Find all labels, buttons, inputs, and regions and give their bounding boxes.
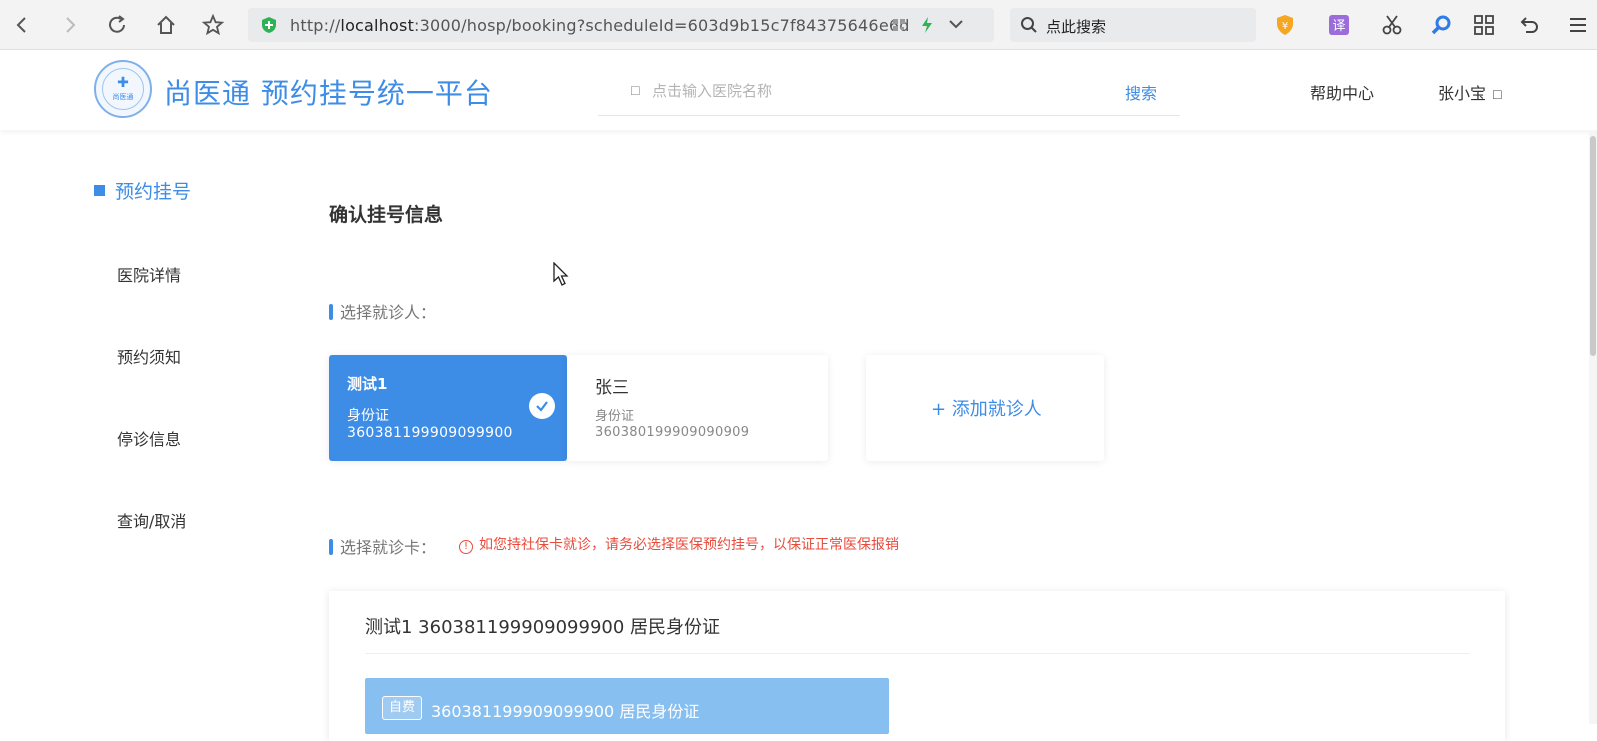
card-panel: 测试1 360381199909099900 居民身份证 自费 36038119… — [329, 591, 1505, 741]
svg-text:¥: ¥ — [1282, 21, 1288, 32]
add-patient-button[interactable]: + 添加就诊人 — [866, 355, 1104, 461]
hospital-search-input[interactable] — [652, 78, 1072, 104]
card-warning-text: 如您持社保卡就诊，请务必选择医保预约挂号，以保证正常医保报销 — [479, 537, 899, 553]
sidebar-item-label: 停诊信息 — [117, 430, 182, 449]
scrollbar-thumb[interactable] — [1590, 136, 1596, 356]
patient-id-type: 身份证 — [347, 408, 389, 424]
hospital-search: ☐ 搜索 — [598, 72, 1180, 116]
card-panel-title: 测试1 360381199909099900 居民身份证 — [365, 617, 721, 638]
qr-code-icon[interactable] — [892, 18, 906, 32]
sidebar-item-label: 预约挂号 — [115, 181, 192, 203]
forward-arrow-icon — [66, 17, 76, 33]
scissors-icon — [1382, 15, 1402, 35]
menu-button[interactable] — [1565, 12, 1591, 38]
search-box-icon: ☐ — [630, 84, 641, 98]
section-bar — [329, 304, 333, 320]
sidebar-item-label: 预约须知 — [117, 348, 182, 367]
star-icon — [202, 14, 224, 36]
svg-text:译: 译 — [1332, 19, 1345, 34]
address-bar[interactable]: http://localhost:3000/hosp/booking?sched… — [248, 8, 994, 42]
site-header: ✚ 尚医通 尚医通 预约挂号统一平台 ☐ 搜索 帮助中心 张小宝 ☐ — [0, 50, 1597, 130]
patient-id-type: 身份证 — [595, 409, 635, 424]
magnifier-icon — [1431, 15, 1451, 35]
reload-icon — [109, 15, 125, 33]
patient-card[interactable]: 张三 身份证 360380199909090909 — [567, 355, 828, 461]
logo-text: 尚医通 — [112, 93, 134, 101]
card-section-text: 选择就诊卡： — [340, 538, 437, 557]
lightning-icon[interactable] — [920, 17, 934, 33]
user-dropdown-icon: ☐ — [1492, 88, 1503, 102]
forward-button[interactable] — [57, 12, 83, 38]
patient-id-number: 360381199909099900 — [347, 425, 513, 441]
patient-section-text: 选择就诊人： — [340, 303, 437, 322]
sidebar-item-label: 医院详情 — [117, 266, 182, 285]
site-logo[interactable]: ✚ 尚医通 — [94, 60, 152, 118]
yen-shield-icon: ¥ — [1277, 15, 1293, 35]
card-warning: ! 如您持社保卡就诊，请务必选择医保预约挂号，以保证正常医保报销 — [459, 534, 899, 554]
sidebar-item-booking[interactable]: 预约挂号 — [94, 177, 191, 204]
check-icon — [529, 393, 555, 419]
add-patient-label: + 添加就诊人 — [931, 399, 1042, 420]
site-title[interactable]: 尚医通 预约挂号统一平台 — [164, 72, 493, 112]
url-text: http://localhost:3000/hosp/booking?sched… — [290, 16, 910, 35]
browser-search-box[interactable]: 点此搜索 — [1010, 8, 1256, 42]
user-name: 张小宝 — [1438, 84, 1487, 103]
hamburger-icon — [1570, 18, 1586, 32]
wallet-button[interactable]: ¥ — [1272, 12, 1298, 38]
translate-button[interactable]: 译 — [1326, 12, 1352, 38]
back-arrow-icon — [16, 17, 26, 33]
url-rest: :3000/hosp/booking?scheduleId=603d9b15c7… — [414, 16, 910, 35]
page-title: 确认挂号信息 — [329, 204, 444, 226]
home-icon — [157, 15, 175, 34]
divider — [365, 653, 1469, 654]
apps-button[interactable] — [1471, 12, 1497, 38]
url-prefix: http:// — [290, 16, 341, 35]
reload-button[interactable] — [104, 12, 130, 38]
patient-section-label: 选择就诊人： — [329, 299, 436, 323]
sidebar-item-hospital-detail[interactable]: 医院详情 — [117, 262, 181, 286]
mouse-cursor-icon — [553, 262, 569, 286]
help-center-link[interactable]: 帮助中心 — [1310, 80, 1374, 104]
patient-card-selected[interactable]: 测试1 身份证 360381199909099900 — [329, 355, 567, 461]
card-option-text: 360381199909099900 居民身份证 — [431, 702, 700, 721]
bookmark-button[interactable] — [200, 12, 226, 38]
sidebar-item-label: 查询/取消 — [117, 512, 187, 531]
shield-icon — [262, 17, 276, 33]
search-button[interactable]: 搜索 — [1125, 80, 1157, 104]
patient-id-number: 360380199909090909 — [595, 425, 750, 440]
patient-name: 测试1 — [347, 375, 388, 393]
section-bar — [329, 539, 333, 555]
translate-icon: 译 — [1329, 15, 1349, 35]
search-icon — [1021, 17, 1037, 33]
active-marker-icon — [94, 185, 105, 196]
card-section-label: 选择就诊卡： — [329, 534, 436, 558]
sidebar-item-query-cancel[interactable]: 查询/取消 — [117, 508, 186, 532]
undo-button[interactable] — [1516, 12, 1542, 38]
undo-icon — [1520, 17, 1538, 33]
browser-search-text: 点此搜索 — [1046, 18, 1107, 36]
alert-icon: ! — [459, 540, 473, 554]
chevron-down-icon[interactable] — [948, 19, 964, 31]
back-button[interactable] — [9, 12, 35, 38]
logo-cross-icon: ✚ — [117, 75, 129, 91]
logo-inner: ✚ 尚医通 — [102, 68, 144, 110]
card-option[interactable]: 自费 360381199909099900 居民身份证 — [365, 678, 889, 734]
card-type-tag: 自费 — [382, 696, 423, 720]
url-host: localhost — [340, 16, 415, 35]
patient-name: 张三 — [595, 378, 629, 398]
browser-toolbar: http://localhost:3000/hosp/booking?sched… — [0, 0, 1597, 50]
sidebar-item-suspension[interactable]: 停诊信息 — [117, 426, 181, 450]
grid-icon — [1474, 15, 1494, 35]
scrollbar[interactable] — [1589, 130, 1597, 724]
sidebar-item-notice[interactable]: 预约须知 — [117, 344, 181, 368]
screenshot-button[interactable] — [1379, 12, 1405, 38]
home-button[interactable] — [153, 12, 179, 38]
find-button[interactable] — [1428, 12, 1454, 38]
user-menu[interactable]: 张小宝 ☐ — [1438, 80, 1503, 104]
